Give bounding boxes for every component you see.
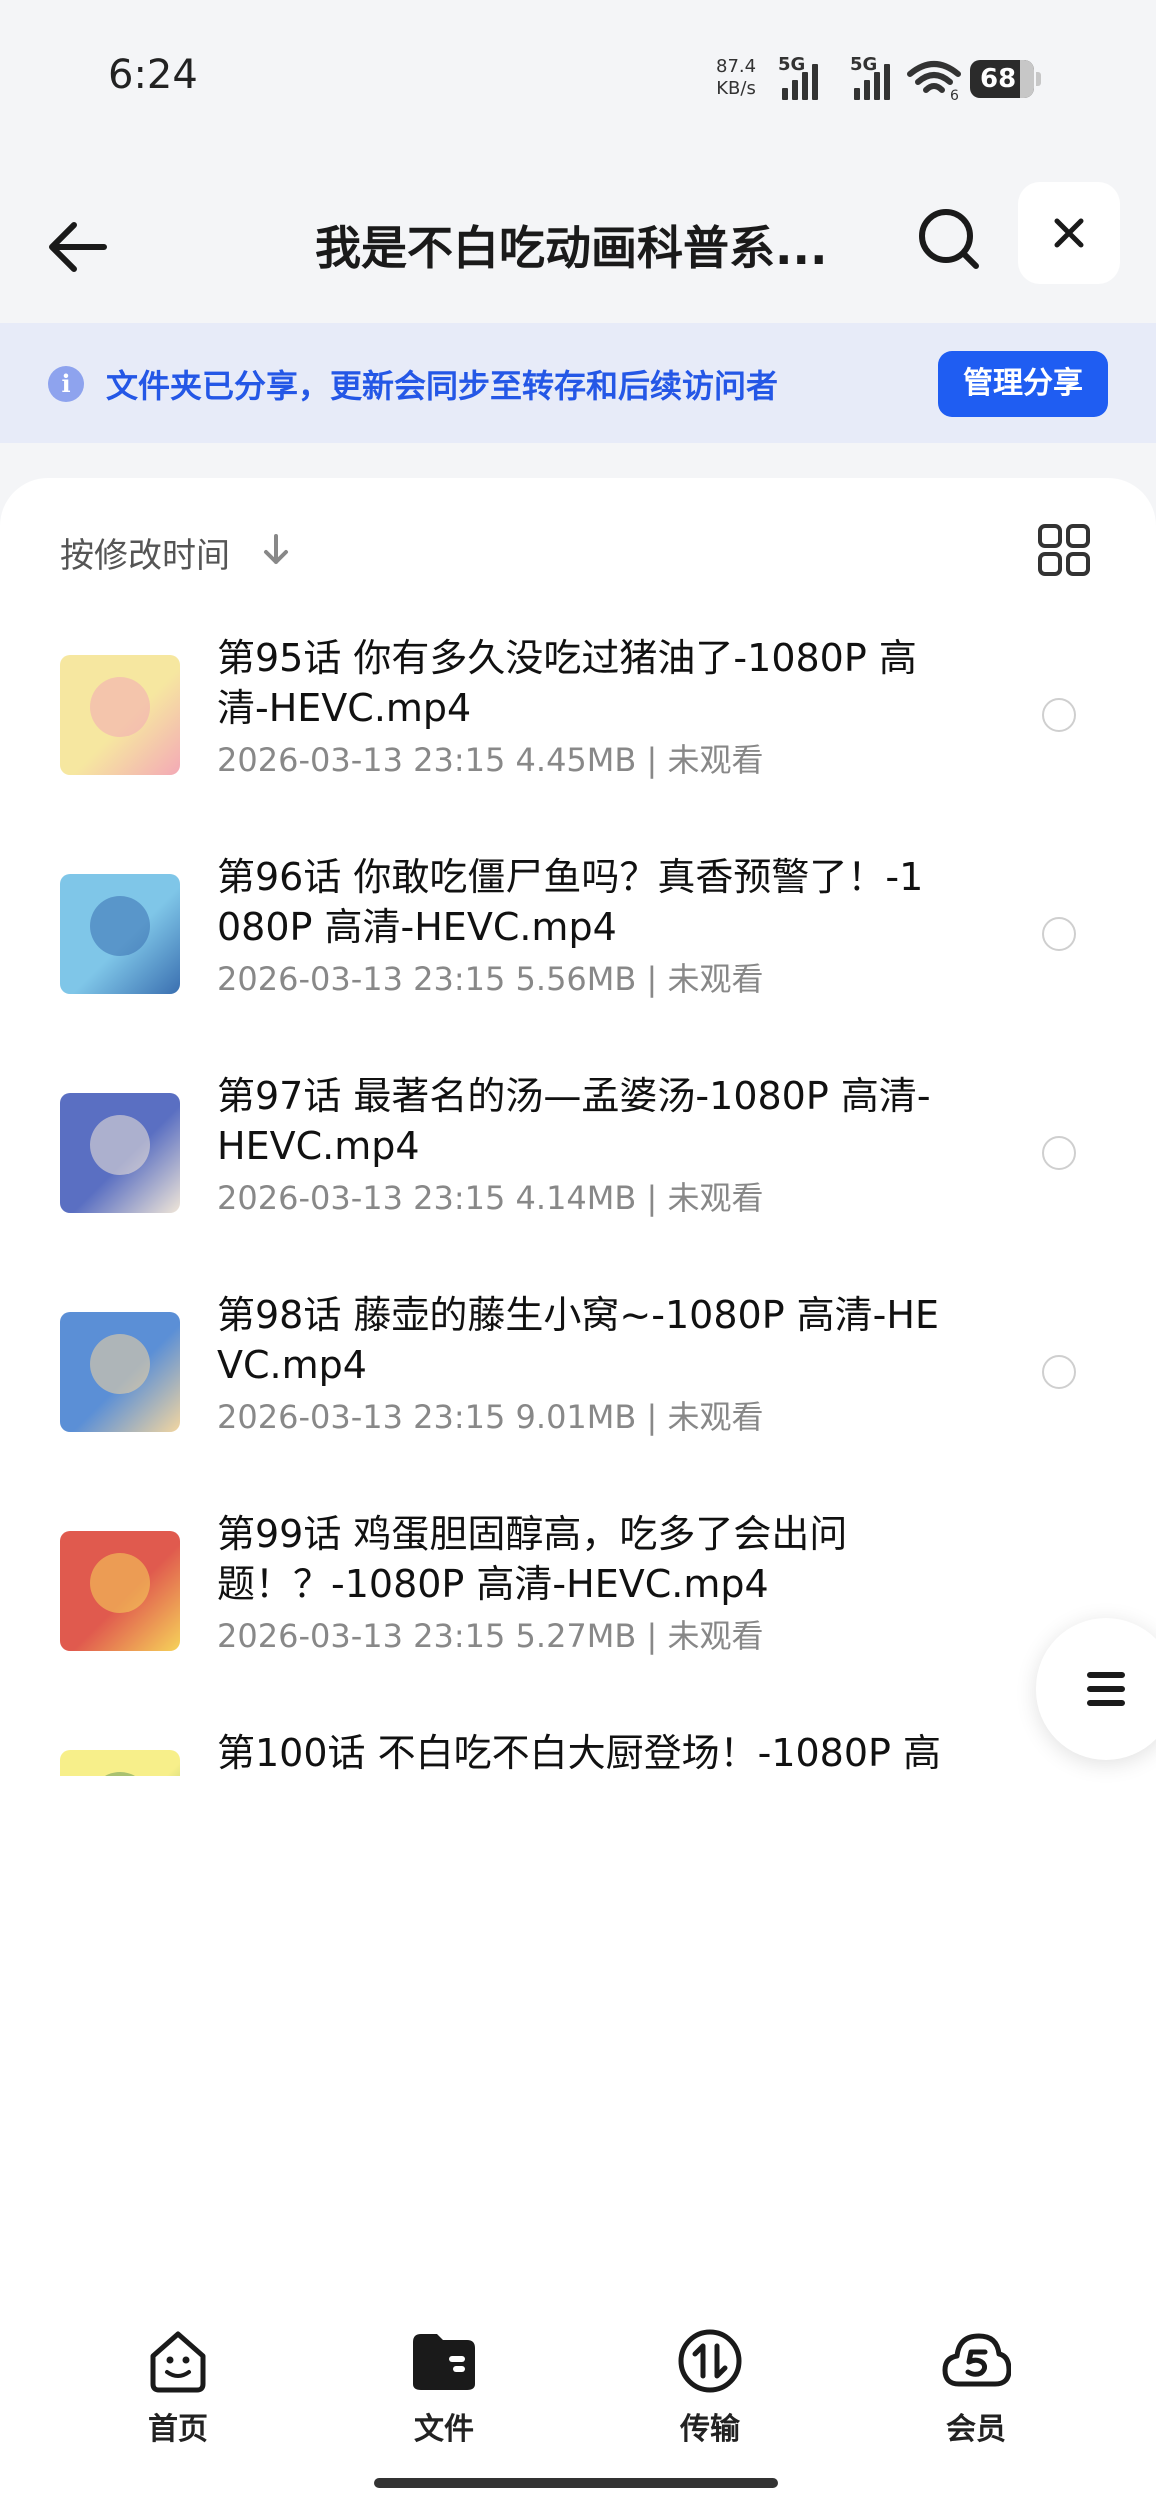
video-thumbnail: [60, 1750, 180, 1776]
nav-files-label: 文件: [414, 2412, 474, 2447]
nav-files[interactable]: 文件: [374, 2326, 514, 2447]
cellular-signal-icon-2: 5G: [850, 54, 902, 100]
select-radio[interactable]: [1042, 1136, 1076, 1170]
file-row[interactable]: 第95话 你有多久没吃过猪油了-1080P 高清-HEVC.mp4 2026-03…: [0, 603, 1156, 822]
file-row[interactable]: 第98话 藤壶的藤生小窝~-1080P 高清-HEVC.mp4 2026-03-1…: [0, 1260, 1156, 1479]
file-row[interactable]: 第99话 鸡蛋胆固醇高，吃多了会出问题！？-1080P 高清-HEVC.mp4 2…: [0, 1479, 1156, 1698]
nav-transfer-label: 传输: [680, 2412, 740, 2447]
search-icon[interactable]: [910, 200, 990, 280]
header-bar: 我是不白吃动画科普系...: [0, 160, 1156, 320]
grid-view-icon[interactable]: [1036, 522, 1092, 578]
vip-cloud-icon: [942, 2333, 1011, 2387]
back-arrow-icon[interactable]: [40, 212, 120, 282]
file-list-panel: 按修改时间 2026-03-13 23:15 4.28MB | 未观看第95话 …: [0, 478, 1156, 2510]
file-row[interactable]: 2026-03-13 23:15 4.28MB | 未观看: [0, 593, 1156, 603]
video-thumbnail: [60, 874, 180, 994]
battery-tip: [1036, 72, 1041, 86]
select-radio[interactable]: [1042, 698, 1076, 732]
home-face-icon: [150, 2331, 206, 2393]
battery-level: 68: [980, 64, 1017, 94]
nav-transfer[interactable]: 传输: [640, 2326, 780, 2447]
close-icon: [1054, 218, 1084, 248]
file-name: 第95话 你有多久没吃过猪油了-1080P 高清-HEVC.mp4: [217, 636, 917, 730]
bottom-navigation: 首页 文件 传输 会员: [0, 2298, 1156, 2510]
select-radio[interactable]: [1042, 917, 1076, 951]
select-radio[interactable]: [1042, 1355, 1076, 1389]
file-name: 第100话 不白吃不白大厨登场！-1080P 高清-HEVC.mp4: [217, 1731, 942, 1775]
battery-icon: 68: [970, 60, 1034, 98]
nav-vip-label: 会员: [946, 2412, 1006, 2447]
wifi-label: 6: [950, 88, 959, 100]
file-row[interactable]: 第96话 你敢吃僵尸鱼吗？真香预警了！-1080P 高清-HEVC.mp4 202…: [0, 822, 1156, 1041]
file-name: 第97话 最著名的汤—孟婆汤-1080P 高清-HEVC.mp4: [217, 1074, 931, 1168]
status-time: 6:24: [108, 52, 198, 98]
cellular-signal-icon: 5G: [778, 54, 830, 100]
network-speed-unit: KB/s: [716, 78, 756, 99]
share-banner: i 文件夹已分享，更新会同步至转存和后续访问者 管理分享: [0, 323, 1156, 443]
home-indicator[interactable]: [374, 2478, 778, 2488]
status-bar: 6:24 87.4 KB/s 5G 5G 6 68: [0, 0, 1156, 160]
file-meta: 2026-03-13 23:15 5.56MB | 未观看: [217, 960, 764, 998]
nav-home[interactable]: 首页: [108, 2326, 248, 2447]
file-row[interactable]: 第100话 不白吃不白大厨登场！-1080P 高清-HEVC.mp42026-0…: [0, 1698, 1156, 1776]
menu-icon: [1087, 1672, 1125, 1706]
close-button[interactable]: [1018, 182, 1120, 284]
file-row[interactable]: 第97话 最著名的汤—孟婆汤-1080P 高清-HEVC.mp4 2026-03-…: [0, 1041, 1156, 1260]
manage-share-button[interactable]: 管理分享: [938, 351, 1108, 417]
network-speed: 87.4 KB/s: [716, 56, 756, 100]
file-meta: 2026-03-13 23:15 4.14MB | 未观看: [217, 1179, 764, 1217]
info-icon: i: [48, 366, 84, 402]
file-meta: 2026-03-13 23:15 5.27MB | 未观看: [217, 1617, 764, 1655]
video-thumbnail: [60, 1312, 180, 1432]
video-thumbnail: [60, 655, 180, 775]
file-name: 第98话 藤壶的藤生小窝~-1080P 高清-HEVC.mp4: [217, 1293, 939, 1387]
file-meta: 2026-03-13 23:15 9.01MB | 未观看: [217, 1398, 764, 1436]
wifi-icon: 6: [907, 61, 961, 100]
share-banner-text: 文件夹已分享，更新会同步至转存和后续访问者: [106, 367, 779, 405]
folder-icon: [413, 2334, 475, 2390]
nav-vip[interactable]: 会员: [906, 2326, 1046, 2447]
file-name: 第96话 你敢吃僵尸鱼吗？真香预警了！-1080P 高清-HEVC.mp4: [217, 855, 924, 949]
transfer-icon: [678, 2329, 742, 2393]
sort-by-modified-time[interactable]: 按修改时间: [60, 528, 230, 577]
sort-down-arrow-icon[interactable]: [258, 532, 294, 568]
video-thumbnail: [60, 1093, 180, 1213]
file-name: 第99话 鸡蛋胆固醇高，吃多了会出问题！？-1080P 高清-HEVC.mp4: [217, 1512, 848, 1606]
file-list: 2026-03-13 23:15 4.28MB | 未观看第95话 你有多久没吃…: [0, 593, 1156, 1776]
file-meta: 2026-03-13 23:15 4.45MB | 未观看: [217, 741, 764, 779]
video-thumbnail: [60, 1531, 180, 1651]
page-title: 我是不白吃动画科普系...: [315, 221, 828, 275]
network-speed-value: 87.4: [716, 56, 757, 77]
nav-home-label: 首页: [148, 2412, 208, 2447]
